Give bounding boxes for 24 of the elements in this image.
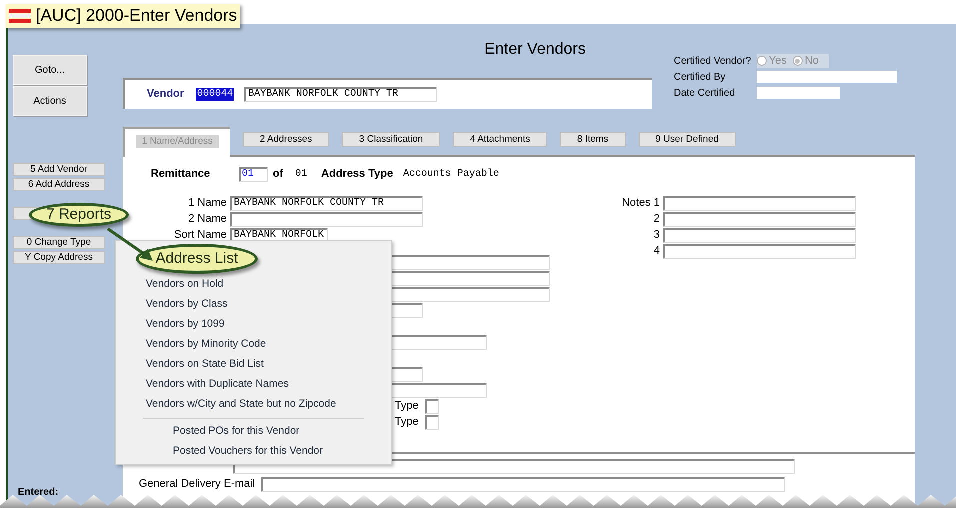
email-label: General Delivery E-mail [139,477,256,492]
notes-label: Notes 1 [621,196,661,212]
window-title: [AUC] 2000-Enter Vendors [36,5,238,28]
name-label: Sort Name [173,228,228,244]
date-certified-label: Date Certified [674,86,736,100]
certified-by-label: Certified By [674,70,727,84]
type-label: Type [395,399,419,414]
notes-label: 3 [652,228,661,244]
name-label: 1 Name [187,196,228,212]
notes-label: 4 [652,244,661,260]
address-type-value: Accounts Payable [403,168,500,182]
name-label: 2 Name [187,212,228,228]
vendor-label: Vendor [147,87,184,102]
certified-vendor-label: Certified Vendor? [674,54,752,68]
page-heading: Enter Vendors [484,40,586,60]
radio-label: Yes [769,54,787,69]
type-label: Type [395,415,419,430]
notes-label: 2 [652,212,661,228]
entered-label: Entered: [18,486,60,500]
address-type-label: Address Type [321,166,394,182]
remittance-total: 01 [295,168,308,182]
of-label: of [273,166,284,182]
radio-label: No [804,54,820,69]
remittance-label: Remittance [151,166,212,182]
